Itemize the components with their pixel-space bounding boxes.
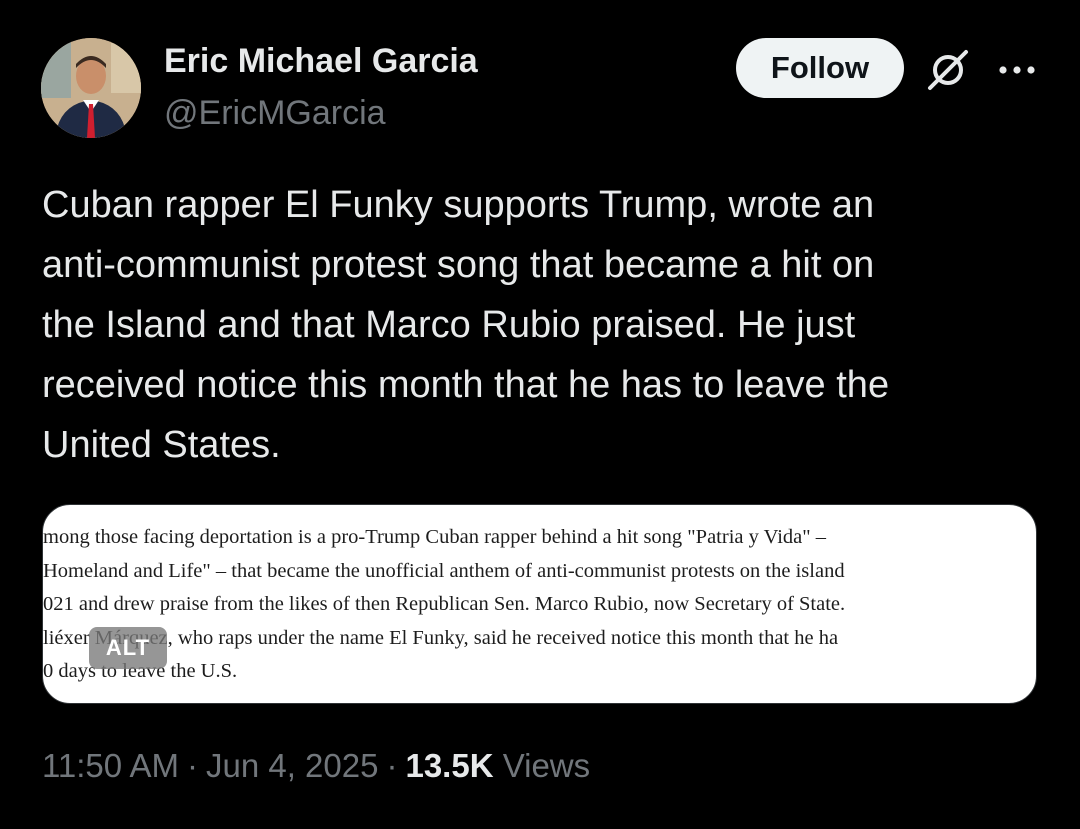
article-line: 0 days to leave the U.S. xyxy=(43,660,238,682)
tweet-date[interactable]: Jun 4, 2025 xyxy=(206,747,378,784)
media-image[interactable]: mong those facing deportation is a pro-T… xyxy=(42,504,1037,704)
profile-photo-icon xyxy=(41,38,141,138)
views-count: 13.5K xyxy=(405,747,494,784)
separator: · xyxy=(186,747,198,784)
article-screenshot-text: mong those facing deportation is a pro-T… xyxy=(43,521,1036,689)
article-line: Homeland and Life" – that became the uno… xyxy=(43,559,845,582)
tweet-text: Cuban rapper El Funky supports Trump, wr… xyxy=(42,184,890,466)
grok-icon[interactable] xyxy=(924,46,972,94)
follow-button[interactable]: Follow xyxy=(736,38,904,98)
separator: · xyxy=(386,747,398,784)
author-handle[interactable]: @EricMGarcia xyxy=(164,94,386,133)
article-line: 021 and drew praise from the likes of th… xyxy=(43,593,846,615)
alt-badge[interactable]: ALT xyxy=(89,627,167,669)
tweet-time[interactable]: 11:50 AM xyxy=(42,747,179,784)
article-line: mong those facing deportation is a pro-T… xyxy=(43,526,826,548)
more-icon[interactable] xyxy=(995,50,1039,90)
article-line: liéxer Márquez, who raps under the name … xyxy=(43,626,839,649)
views-label: Views xyxy=(502,747,591,784)
avatar[interactable] xyxy=(41,38,141,138)
author-display-name[interactable]: Eric Michael Garcia xyxy=(164,42,478,81)
tweet-meta: 11:50 AM · Jun 4, 2025 · 13.5K Views xyxy=(42,747,590,785)
